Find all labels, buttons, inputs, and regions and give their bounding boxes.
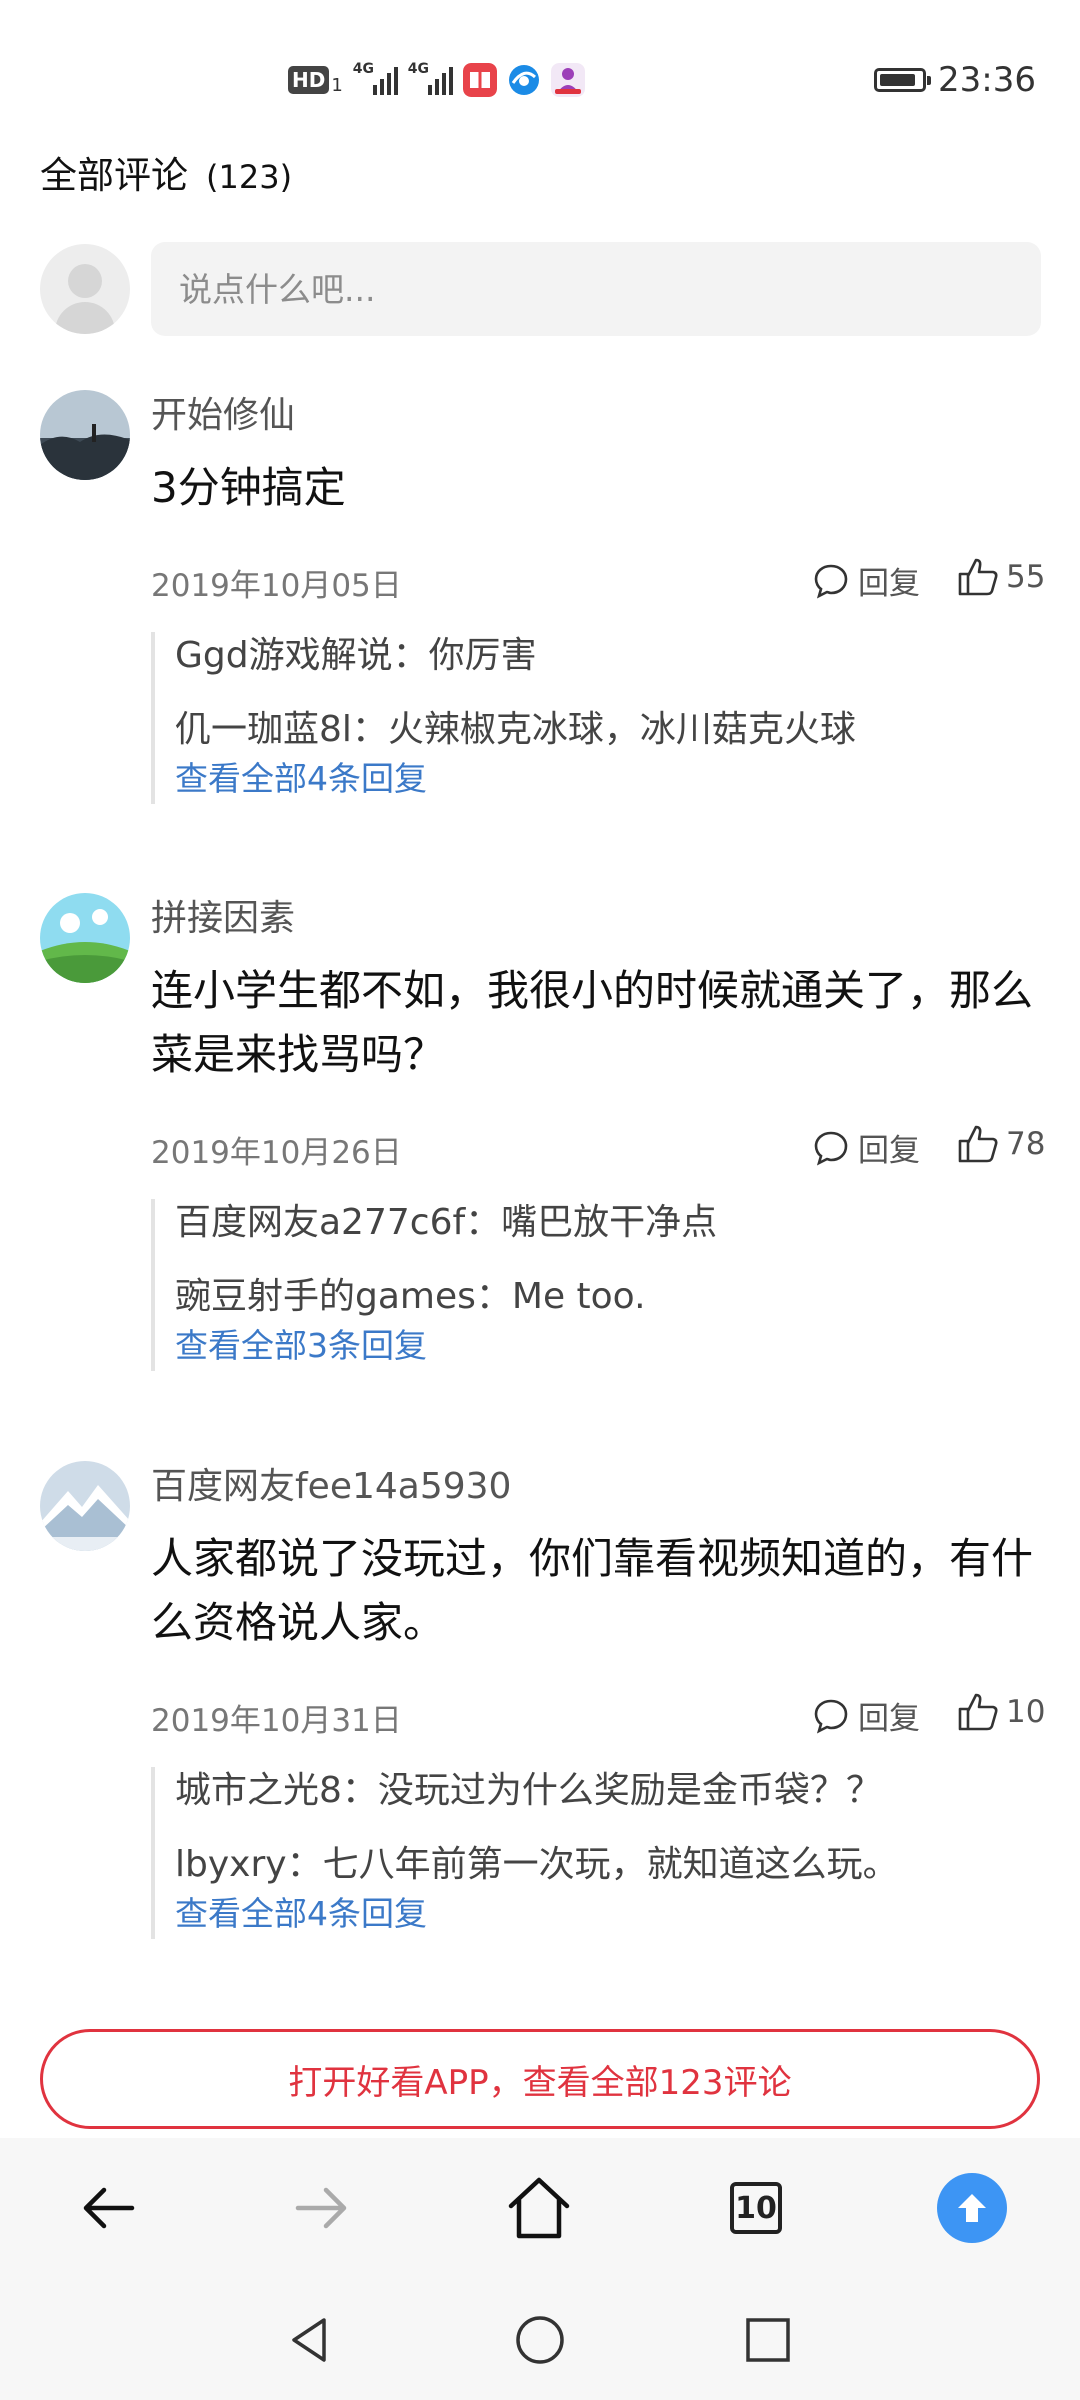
comment-text: 3分钟搞定 — [151, 463, 346, 512]
avatar[interactable] — [40, 390, 130, 480]
avatar[interactable] — [40, 893, 130, 983]
signal-icon: 4G — [408, 61, 453, 95]
sub-reply[interactable]: 豌豆射手的games：Me too. — [175, 1273, 1041, 1321]
comment-input[interactable] — [151, 242, 1041, 336]
comment-author[interactable]: 拼接因素 — [151, 889, 295, 941]
comment-text: 人家都说了没玩过，你们靠看视频知道的，有什么资格说人家。 — [151, 1534, 1034, 1647]
reply-button[interactable]: 回复 — [812, 1693, 920, 1738]
sub-reply[interactable]: 仉一珈蓝8l：火辣椒克冰球，冰川菇克火球 — [175, 706, 1041, 754]
clock: 23:36 — [938, 60, 1036, 100]
avatar[interactable] — [40, 1461, 130, 1551]
tabs-button[interactable]: 10 — [716, 2168, 796, 2248]
view-all-replies-link[interactable]: 查看全部3条回复 — [175, 1321, 1041, 1371]
user-avatar-placeholder — [40, 244, 130, 334]
battery-level — [880, 74, 916, 86]
comment-date: 2019年10月31日 — [151, 1703, 402, 1739]
comment-date: 2019年10月26日 — [151, 1135, 402, 1171]
thumbs-up-icon — [958, 1693, 998, 1731]
comment-bubble-icon — [814, 1131, 848, 1165]
status-icons: HD 1 4G 4G — [288, 61, 585, 98]
comment-date: 2019年10月05日 — [151, 568, 402, 604]
arrow-left-icon — [83, 2187, 135, 2229]
triangle-back-icon — [292, 2318, 326, 2362]
upload-icon — [937, 2173, 1007, 2243]
like-button[interactable]: 10 — [956, 1691, 1045, 1733]
sub-replies: Ggd游戏解说：你厉害 仉一珈蓝8l：火辣椒克冰球，冰川菇克火球 查看全部4条回… — [151, 632, 1041, 804]
book-app-icon — [462, 63, 497, 97]
square-recents-icon — [746, 2318, 790, 2362]
view-all-replies-link[interactable]: 查看全部4条回复 — [175, 1889, 1041, 1939]
status-bar: HD 1 4G 4G 23:36 — [0, 0, 1080, 150]
sub-reply[interactable]: lbyxry：七八年前第一次玩，就知道这么玩。 — [175, 1841, 1041, 1889]
view-all-replies-link[interactable]: 查看全部4条回复 — [175, 754, 1041, 804]
open-app-button[interactable]: 打开好看APP，查看全部123评论 — [40, 2029, 1040, 2129]
reply-label: 回复 — [858, 1701, 920, 1737]
nav-back-button[interactable] — [278, 2308, 342, 2372]
sub-replies: 百度网友a277c6f：嘴巴放干净点 豌豆射手的games：Me too. 查看… — [151, 1199, 1041, 1371]
thumbs-up-icon — [958, 1125, 998, 1163]
nav-recents-button[interactable] — [736, 2308, 800, 2372]
sub-replies: 城市之光8：没玩过为什么奖励是金币袋？？ lbyxry：七八年前第一次玩，就知道… — [151, 1767, 1041, 1939]
hd-sim-index: 1 — [331, 74, 343, 96]
reply-button[interactable]: 回复 — [812, 558, 920, 603]
system-nav-bar — [0, 2278, 1080, 2400]
thumbs-up-icon — [958, 558, 998, 596]
comment-compose — [40, 242, 1041, 338]
comment-bubble-icon — [814, 1699, 848, 1733]
tab-count: 10 — [730, 2182, 782, 2234]
like-button[interactable]: 78 — [956, 1123, 1045, 1165]
reply-label: 回复 — [858, 566, 920, 602]
browser-toolbar: 10 — [0, 2138, 1080, 2278]
browser-app-icon — [508, 65, 539, 95]
reply-button[interactable]: 回复 — [812, 1125, 920, 1170]
comment-author[interactable]: 开始修仙 — [151, 386, 295, 438]
battery-icon — [874, 68, 932, 92]
like-count: 78 — [1006, 1126, 1046, 1162]
comment-text: 连小学生都不如，我很小的时候就通关了，那么菜是来找骂吗？ — [151, 966, 1034, 1079]
circle-home-icon — [516, 2316, 564, 2364]
avatar-app-icon — [550, 63, 585, 97]
sub-reply[interactable]: 百度网友a277c6f：嘴巴放干净点 — [175, 1199, 1041, 1247]
status-right: 23:36 — [874, 60, 1036, 100]
arrow-right-icon — [295, 2187, 347, 2229]
home-button[interactable] — [499, 2168, 579, 2248]
signal-label: 4G — [407, 61, 430, 77]
sub-reply[interactable]: Ggd游戏解说：你厉害 — [175, 632, 1041, 680]
upload-button[interactable] — [932, 2168, 1012, 2248]
hd-voice-icon: HD — [288, 66, 330, 94]
nav-home-button[interactable] — [508, 2308, 572, 2372]
comments-header: 全部评论 (123) — [40, 145, 292, 199]
like-count: 55 — [1006, 559, 1046, 595]
signal-icon: 4G — [353, 61, 398, 95]
sub-reply[interactable]: 城市之光8：没玩过为什么奖励是金币袋？？ — [175, 1767, 1041, 1815]
comment-bubble-icon — [814, 564, 848, 598]
comment-author[interactable]: 百度网友fee14a5930 — [151, 1457, 511, 1509]
like-button[interactable]: 55 — [956, 556, 1045, 598]
reply-label: 回复 — [858, 1133, 920, 1169]
home-icon — [508, 2177, 570, 2239]
forward-button[interactable] — [282, 2168, 362, 2248]
comments-title: 全部评论 — [40, 154, 188, 197]
comments-count: (123) — [206, 158, 293, 196]
like-count: 10 — [1006, 1694, 1046, 1730]
signal-label: 4G — [352, 61, 375, 77]
back-button[interactable] — [68, 2168, 148, 2248]
